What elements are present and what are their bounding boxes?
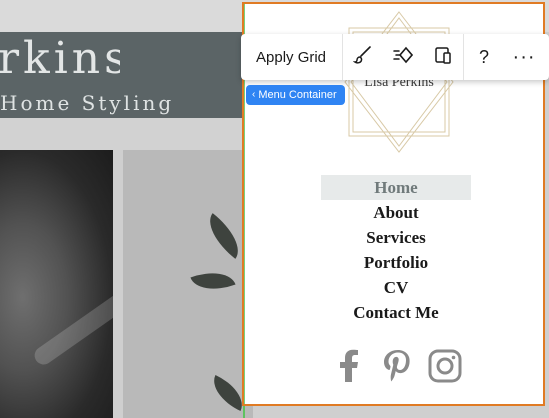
menu-item-services[interactable]: Services bbox=[321, 225, 471, 250]
menu-container-label: Menu Container bbox=[258, 89, 337, 101]
menu-item-portfolio[interactable]: Portfolio bbox=[321, 250, 471, 275]
site-photo-left bbox=[0, 150, 113, 418]
site-menu: Home About Services Portfolio CV Contact… bbox=[321, 175, 471, 325]
instagram-icon[interactable] bbox=[425, 346, 465, 386]
social-bar bbox=[330, 346, 465, 386]
pinterest-icon[interactable] bbox=[378, 346, 418, 386]
menu-item-cv[interactable]: CV bbox=[321, 275, 471, 300]
layout-icon bbox=[433, 45, 453, 70]
site-photo-right bbox=[123, 150, 253, 418]
menu-item-home[interactable]: Home bbox=[321, 175, 471, 200]
design-button[interactable] bbox=[343, 34, 383, 80]
more-icon: ··· bbox=[512, 46, 536, 68]
more-button[interactable]: ··· bbox=[504, 34, 544, 80]
editor-toolbar: Apply Grid ? ··· bbox=[241, 34, 549, 80]
help-button[interactable]: ? bbox=[464, 34, 504, 80]
photo-highlight bbox=[31, 250, 113, 368]
menu-item-contact-me[interactable]: Contact Me bbox=[321, 300, 471, 325]
menu-item-about[interactable]: About bbox=[321, 200, 471, 225]
plant-leaf bbox=[190, 263, 236, 299]
facebook-icon[interactable] bbox=[330, 346, 370, 386]
site-gap bbox=[0, 118, 249, 150]
animation-icon bbox=[393, 45, 414, 70]
site-subtitle-partial: Home Styling bbox=[0, 91, 175, 115]
brush-icon bbox=[352, 45, 373, 70]
menu-container-tag[interactable]: ‹ Menu Container bbox=[246, 85, 345, 105]
chevron-left-icon: ‹ bbox=[252, 89, 256, 100]
site-title-text: rkins bbox=[0, 33, 120, 84]
animation-button[interactable] bbox=[383, 34, 423, 80]
layout-button[interactable] bbox=[423, 34, 463, 80]
site-title-partial: rkins bbox=[0, 32, 120, 86]
help-icon: ? bbox=[479, 46, 490, 67]
apply-grid-button[interactable]: Apply Grid bbox=[241, 34, 344, 80]
